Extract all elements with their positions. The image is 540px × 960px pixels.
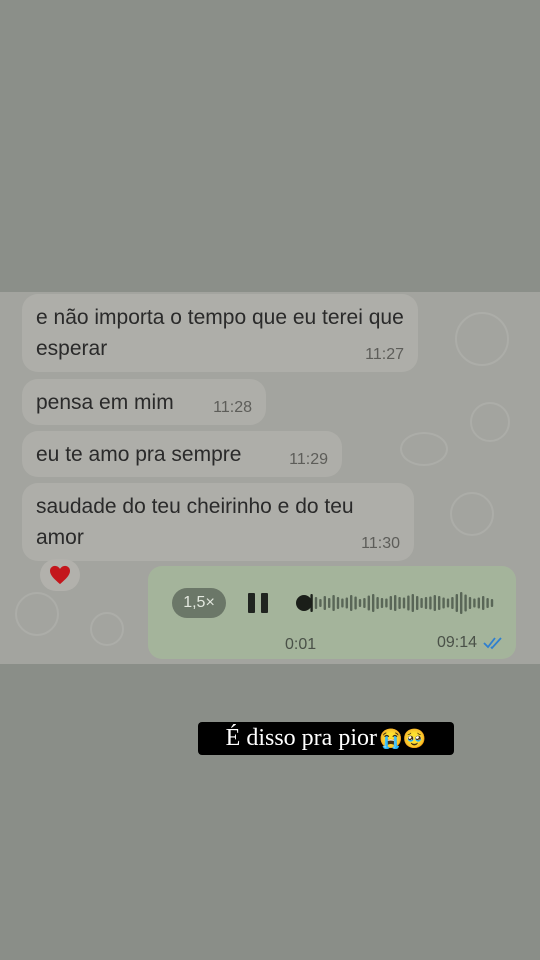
- wallpaper-doodle: [470, 402, 510, 442]
- waveform-bar: [442, 597, 445, 609]
- story-caption-text: É disso pra pior: [225, 725, 377, 751]
- message-time: 11:30: [361, 535, 400, 552]
- waveform-bar: [438, 596, 441, 610]
- waveform-bar: [464, 594, 467, 612]
- waveform-bar: [407, 595, 410, 611]
- waveform-bar: [446, 598, 450, 608]
- wallpaper-doodle: [15, 592, 59, 636]
- voice-message-time: 09:14: [437, 634, 478, 651]
- waveform-bar: [477, 597, 480, 609]
- waveform-bar: [314, 597, 318, 609]
- waveform-bar: [420, 598, 423, 608]
- waveform-bar: [358, 599, 362, 607]
- waveform-bar: [380, 598, 384, 608]
- wallpaper-doodle: [90, 612, 124, 646]
- waveform-bar: [336, 597, 340, 609]
- waveform-bar: [328, 598, 331, 608]
- message-text: e não importa o tempo que eu terei que e…: [36, 306, 404, 360]
- waveform-bar: [323, 596, 326, 610]
- playback-speed-button[interactable]: 1,5×: [172, 588, 226, 618]
- wallpaper-doodle: [400, 432, 448, 466]
- message-bubble[interactable]: e não importa o tempo que eu terei que e…: [22, 294, 418, 372]
- waveform-bar: [402, 597, 406, 609]
- waveform-bar: [398, 597, 401, 609]
- waveform-bar: [385, 598, 388, 608]
- waveform-bar: [411, 594, 414, 612]
- waveform-bar: [319, 599, 322, 607]
- waveform-bar: [490, 599, 494, 607]
- message-reaction[interactable]: [40, 559, 80, 591]
- voice-elapsed-time: 0:01: [285, 636, 317, 653]
- voice-message-bubble[interactable]: 1,5× 0:01 09:14: [148, 566, 516, 659]
- message-bubble[interactable]: pensa em mim 11:28: [22, 379, 266, 425]
- waveform-bar: [460, 592, 463, 614]
- waveform-bar: [372, 594, 375, 612]
- waveform-bar: [468, 597, 472, 609]
- waveform-bar: [363, 598, 366, 608]
- message-time: 11:27: [365, 346, 404, 363]
- waveform-bar: [394, 595, 397, 611]
- waveform-bar: [424, 597, 428, 609]
- audio-waveform[interactable]: [296, 586, 496, 620]
- waveform-bar: [473, 598, 476, 608]
- waveform-bar: [341, 598, 344, 608]
- waveform-bar: [429, 596, 432, 610]
- wallpaper-doodle: [455, 312, 509, 366]
- waveform-bar: [486, 598, 489, 608]
- dimmed-background-top: [0, 0, 540, 292]
- message-text: eu te amo pra sempre: [36, 443, 242, 466]
- crying-face-emoji: 😭🥹: [378, 728, 427, 750]
- wallpaper-doodle: [450, 492, 494, 536]
- waveform-bar: [376, 597, 379, 609]
- waveform-bar: [389, 596, 392, 610]
- dimmed-background-bottom: [0, 664, 540, 960]
- message-time: 11:29: [289, 451, 328, 468]
- message-bubble[interactable]: saudade do teu cheirinho e do teu amor 1…: [22, 483, 414, 561]
- heart-icon: [50, 565, 70, 585]
- pause-icon[interactable]: [248, 593, 270, 613]
- waveform-bar: [367, 595, 370, 611]
- waveform-bar: [350, 595, 353, 611]
- message-time: 11:28: [213, 399, 252, 416]
- waveform-bar: [332, 595, 335, 611]
- message-bubble[interactable]: eu te amo pra sempre 11:29: [22, 431, 342, 477]
- waveform-bar: [451, 597, 454, 609]
- waveform-bar: [345, 597, 348, 609]
- waveform-bar: [354, 596, 357, 610]
- waveform-bar: [482, 596, 485, 610]
- message-text: saudade do teu cheirinho e do teu amor: [36, 495, 354, 549]
- playback-scrubber-knob[interactable]: [296, 595, 312, 611]
- double-check-icon: [483, 637, 502, 650]
- waveform-bar: [433, 595, 436, 611]
- waveform-bar: [455, 594, 458, 612]
- waveform-bar: [416, 596, 419, 610]
- story-caption: É disso pra pior 😭🥹: [198, 722, 454, 755]
